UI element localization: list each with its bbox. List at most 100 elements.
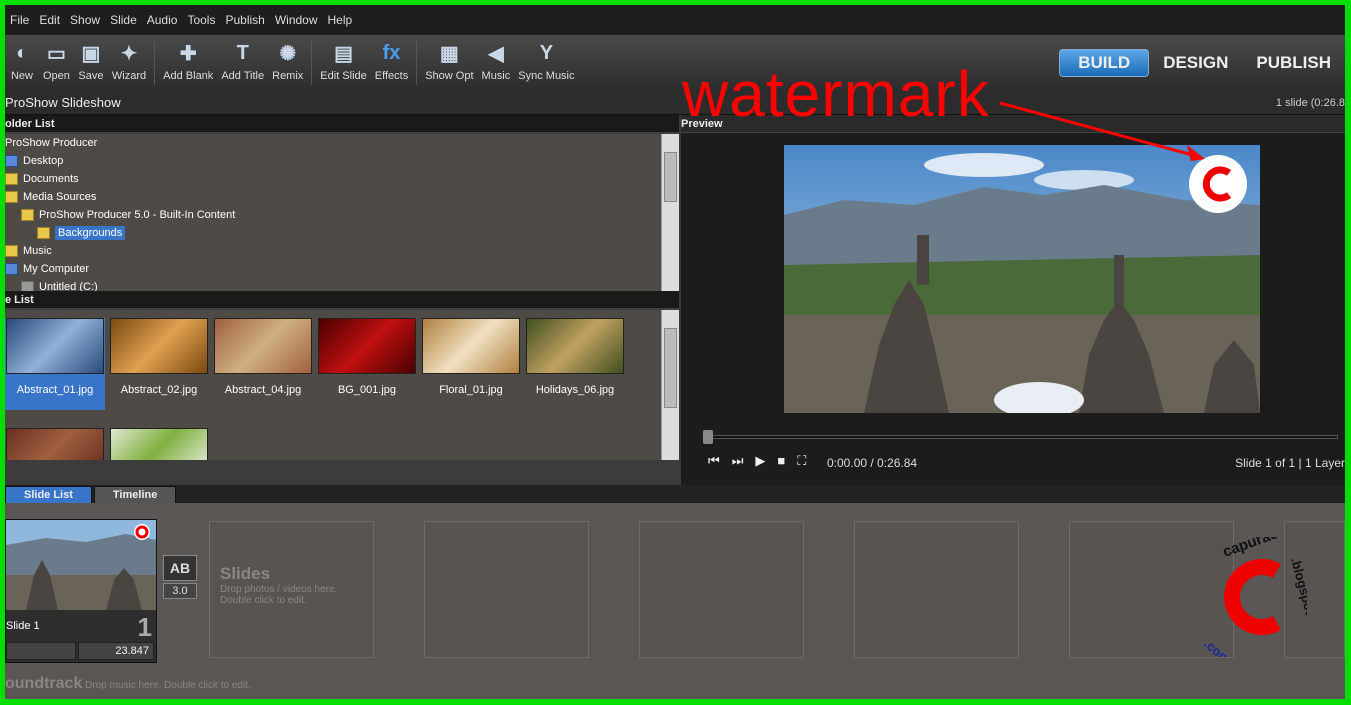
scrub-track[interactable] xyxy=(706,435,1338,439)
tree-item[interactable]: ProShow Producer xyxy=(5,134,661,152)
toolbar-label: Music xyxy=(481,70,511,82)
tree-item[interactable]: Desktop xyxy=(5,152,661,170)
soundtrack-bar[interactable]: oundtrack Drop music here. Double click … xyxy=(5,675,251,693)
transition-icon[interactable]: AB xyxy=(163,555,197,581)
wizard-button[interactable]: ✦ Wizard xyxy=(108,35,150,91)
file-thumbnail xyxy=(422,318,520,374)
add-title-slide-icon: T xyxy=(236,41,249,64)
drive-icon xyxy=(5,263,18,275)
watermark-arrow xyxy=(999,101,1205,161)
file-item[interactable]: Floral_01.jpg xyxy=(421,318,521,410)
toolbar-separator xyxy=(154,41,156,85)
music-button[interactable]: ◀ Music xyxy=(478,35,515,91)
toolbar-label: Show Opt xyxy=(425,70,474,82)
app-window: File Edit Show Slide Audio Tools Publish Window… xyxy=(5,5,1345,699)
build-mode-button[interactable]: BUILD xyxy=(1059,49,1150,77)
slide-number: 1 xyxy=(137,612,152,642)
add-blank-button[interactable]: ✚ Add Blank xyxy=(159,35,217,91)
transition-time[interactable]: 3.0 xyxy=(163,583,197,599)
publish-mode-button[interactable]: PUBLISH xyxy=(1242,53,1345,73)
play-icon[interactable]: ▶ xyxy=(755,453,765,469)
floppy-disk-icon: ▣ xyxy=(81,42,101,65)
transition-control[interactable]: AB 3.0 xyxy=(163,555,201,603)
menu-tools[interactable]: Tools xyxy=(182,13,220,27)
menu-help[interactable]: Help xyxy=(323,13,358,27)
folder-list-panel: older List ProShow Producer Desktop Docume… xyxy=(5,115,679,291)
file-name: BG_001.jpg xyxy=(337,384,397,396)
skip-back-icon[interactable]: ⏮ xyxy=(708,453,720,469)
folder-scroll-thumb[interactable] xyxy=(664,152,677,202)
toolbar-label: Add Title xyxy=(221,70,265,82)
fullscreen-icon[interactable]: ⛶ xyxy=(797,453,806,469)
tree-item-label: Documents xyxy=(23,173,79,185)
add-title-button[interactable]: T Add Title xyxy=(217,35,268,91)
menu-audio[interactable]: Audio xyxy=(142,13,183,27)
menu-window[interactable]: Window xyxy=(270,13,323,27)
file-item[interactable] xyxy=(109,428,209,460)
preview-status: Slide 1 of 1 | 1 Layer xyxy=(1235,456,1345,470)
save-button[interactable]: ▣ Save xyxy=(74,35,108,91)
tree-item-label: Backgrounds xyxy=(55,226,126,240)
file-thumbnail xyxy=(214,318,312,374)
empty-slide-slot[interactable] xyxy=(854,521,1019,658)
toolbar-label: Edit Slide xyxy=(320,70,367,82)
toolbar-separator xyxy=(416,41,418,85)
magic-wand-icon: ✦ xyxy=(120,42,138,65)
folder-tree: ProShow Producer Desktop Documents Media So… xyxy=(5,134,661,291)
remix-button[interactable]: ✺ Remix xyxy=(268,35,307,91)
file-item[interactable] xyxy=(5,428,105,460)
stop-icon[interactable]: ■ xyxy=(777,453,785,469)
menu-show[interactable]: Show xyxy=(65,13,105,27)
drive-icon xyxy=(21,281,34,291)
svg-text:capuraca: capuraca xyxy=(1221,537,1289,561)
file-name: Floral_01.jpg xyxy=(439,384,503,396)
file-item[interactable]: BG_001.jpg xyxy=(317,318,417,410)
empty-slide-slot[interactable] xyxy=(424,521,589,658)
edit-slide-button[interactable]: ▤ Edit Slide xyxy=(316,35,370,91)
empty-slide-slot[interactable]: Slides Drop photos / videos here. Double… xyxy=(209,521,374,658)
tree-item-label: Untitled (C:) xyxy=(39,281,98,291)
menu-publish[interactable]: Publish xyxy=(220,13,269,27)
slide-duration[interactable]: 23.847 xyxy=(78,642,154,660)
tree-item[interactable]: Documents xyxy=(5,170,661,188)
toolbar-label: Wizard xyxy=(111,70,147,82)
tree-item[interactable]: My Computer xyxy=(5,260,661,278)
effects-button[interactable]: fx Effects xyxy=(371,35,412,91)
preview-time: 0:00.00 / 0:26.84 xyxy=(827,456,918,470)
bottom-tabs: Slide List Timeline xyxy=(5,485,1345,503)
slides-placeholder-line1: Drop photos / videos here. xyxy=(220,584,338,595)
file-item[interactable]: Abstract_02.jpg xyxy=(109,318,209,410)
design-mode-button[interactable]: DESIGN xyxy=(1149,53,1242,73)
scrub-knob[interactable] xyxy=(703,430,713,444)
menu-file[interactable]: File xyxy=(5,13,34,27)
empty-slide-slot[interactable] xyxy=(639,521,804,658)
open-button[interactable]: ▭ Open xyxy=(39,35,74,91)
menu-edit[interactable]: Edit xyxy=(34,13,65,27)
tree-item[interactable]: Backgrounds xyxy=(5,224,661,242)
folder-list-header: older List xyxy=(5,115,679,133)
tree-item[interactable]: ProShow Producer 5.0 - Built-In Content xyxy=(5,206,661,224)
file-scrollbar[interactable] xyxy=(661,310,679,460)
file-scroll-thumb[interactable] xyxy=(664,328,677,408)
folder-scrollbar[interactable] xyxy=(661,134,679,291)
tree-item[interactable]: Untitled (C:) xyxy=(5,278,661,291)
slide-list: Slide 1 1 23.847 AB 3.0 Slides Drop phot… xyxy=(5,503,1345,699)
file-item[interactable]: Holidays_06.jpg xyxy=(525,318,625,410)
show-options-icon: ▦ xyxy=(439,42,459,65)
file-thumbnail xyxy=(110,428,208,460)
slide-card[interactable]: Slide 1 1 23.847 xyxy=(5,519,157,663)
new-button[interactable]: ◐ New xyxy=(5,35,39,91)
file-item[interactable]: Abstract_01.jpg xyxy=(5,318,105,410)
sync-music-button[interactable]: Y Sync Music xyxy=(514,35,578,91)
file-thumbnail xyxy=(526,318,624,374)
toolbar-label: Open xyxy=(43,70,70,82)
step-forward-icon[interactable]: ⏭ xyxy=(732,453,744,469)
tree-item[interactable]: Media Sources xyxy=(5,188,661,206)
show-opt-button[interactable]: ▦ Show Opt xyxy=(421,35,477,91)
tree-item[interactable]: Music xyxy=(5,242,661,260)
tab-slide-list[interactable]: Slide List xyxy=(5,486,92,503)
tab-timeline[interactable]: Timeline xyxy=(93,486,177,503)
file-item[interactable]: Abstract_04.jpg xyxy=(213,318,313,410)
menu-slide[interactable]: Slide xyxy=(105,13,142,27)
slides-placeholder-title: Slides xyxy=(220,564,271,583)
